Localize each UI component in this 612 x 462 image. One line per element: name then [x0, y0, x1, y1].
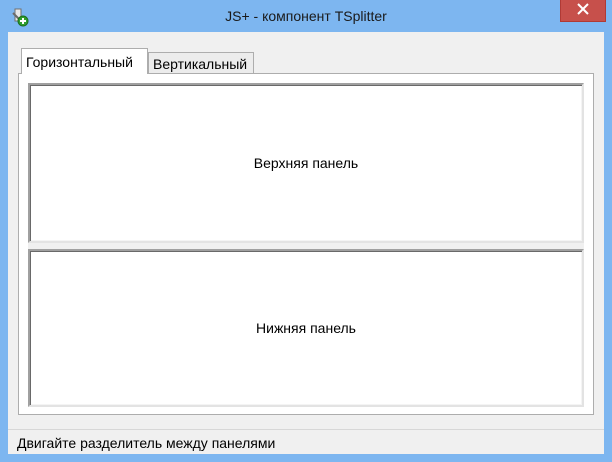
- top-panel-label: Верхняя панель: [253, 155, 359, 171]
- window-title: JS+ - компонент TSplitter: [225, 8, 387, 24]
- tab-page-horizontal: Верхняя панель Нижняя панель: [18, 73, 594, 415]
- window-client-area: Горизонтальный Вертикальный Верхняя пане…: [8, 32, 604, 454]
- close-icon: [577, 2, 589, 20]
- bottom-panel: Нижняя панель: [28, 249, 584, 407]
- status-bar: Двигайте разделитель между панелями: [8, 429, 604, 454]
- app-window: JS+ - компонент TSplitter Горизонтальный…: [0, 0, 612, 462]
- title-bar[interactable]: JS+ - компонент TSplitter: [0, 0, 612, 32]
- tab-vertical[interactable]: Вертикальный: [148, 52, 254, 74]
- top-panel: Верхняя панель: [28, 83, 584, 243]
- tab-horizontal[interactable]: Горизонтальный: [21, 48, 148, 74]
- close-button[interactable]: [560, 0, 606, 22]
- status-text: Двигайте разделитель между панелями: [17, 435, 276, 451]
- bottom-panel-label: Нижняя панель: [256, 320, 356, 336]
